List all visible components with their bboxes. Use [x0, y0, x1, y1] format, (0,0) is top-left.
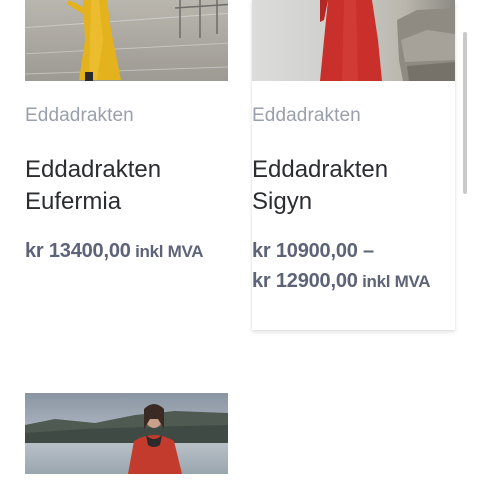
product-image-third[interactable] [25, 393, 228, 480]
product-title[interactable]: Eddadrakten Sigyn [252, 154, 455, 218]
price-suffix: inkl MVA [130, 242, 204, 261]
price-range-end: kr 12900,00 [252, 270, 358, 292]
price-suffix: inkl MVA [357, 272, 431, 291]
product-grid-page: Eddadrakten Eddadrakten Eufermia kr 1340… [0, 0, 480, 480]
product-title[interactable]: Eddadrakten Eufermia [25, 154, 228, 218]
price-amount: kr 13400,00 [25, 240, 131, 262]
product-category[interactable]: Eddadrakten [25, 105, 228, 127]
product-image-eufermia[interactable] [25, 0, 228, 81]
product-price: kr 10900,00 – kr 12900,00 inkl MVA [252, 236, 455, 297]
product-card-eufermia[interactable]: Eddadrakten Eddadrakten Eufermia kr 1340… [25, 0, 228, 267]
scrollbar[interactable] [463, 32, 467, 194]
price-range-start: kr 10900,00 – [252, 240, 374, 262]
product-card-sigyn[interactable]: Eddadrakten Eddadrakten Sigyn kr 10900,0… [252, 0, 455, 330]
product-category[interactable]: Eddadrakten [252, 105, 455, 127]
product-card-third[interactable] [25, 393, 228, 480]
product-image-sigyn[interactable] [252, 0, 455, 81]
product-price: kr 13400,00 inkl MVA [25, 236, 228, 267]
